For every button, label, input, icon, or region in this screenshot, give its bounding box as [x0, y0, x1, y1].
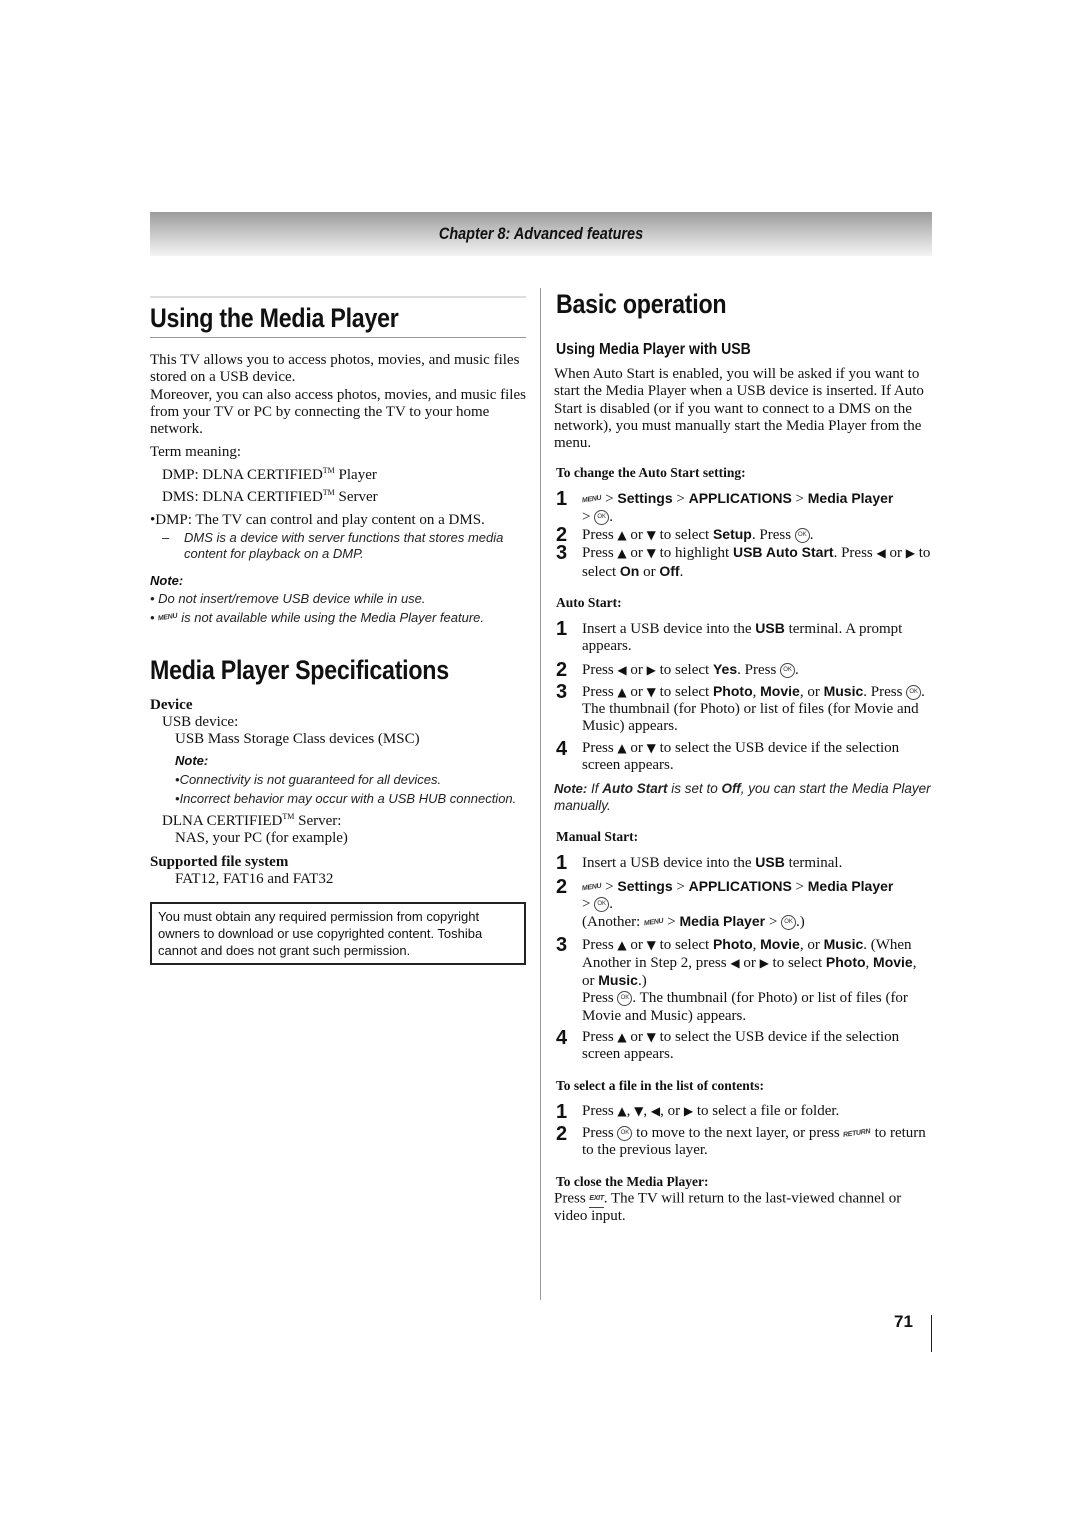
spec-note-item-2: •Incorrect behavior may occur with a USB… — [175, 791, 517, 807]
section-heading-ruled: Using the Media Player — [150, 296, 526, 338]
usb-device-label: USB device: — [162, 713, 239, 730]
close-player-heading: To close the Media Player: — [556, 1173, 709, 1189]
note-label: Note: — [150, 572, 184, 588]
menu-button-icon: MENU — [581, 882, 602, 892]
auto-step-2: 2 Press ◀ or ▶ to select Yes. Press OK. — [556, 658, 799, 681]
auto-step-3: 3 Press ▲ or ▼ to select Photo, Movie, or… — [556, 680, 925, 735]
term-dms: DMS: DLNA CERTIFIEDTM Server — [162, 488, 378, 506]
file-system-value: FAT12, FAT16 and FAT32 — [175, 871, 334, 888]
nas-value: NAS, your PC (for example) — [175, 829, 348, 846]
menu-button-icon: MENU — [643, 917, 664, 928]
ok-button-icon: OK — [594, 509, 610, 525]
usb-msc-value: USB Mass Storage Class devices (MSC) — [175, 731, 420, 748]
usb-intro-paragraph: When Auto Start is enabled, you will be … — [554, 366, 924, 452]
bullet-dmp: •DMP: The TV can control and play conten… — [150, 512, 485, 529]
menu-button-icon: MENU — [157, 613, 178, 623]
auto-step-1: 1 Insert a USB device into the USB termin… — [556, 617, 903, 655]
dlna-server-label: DLNA CERTIFIEDTM Server: — [162, 811, 342, 829]
return-button-icon: RETURN — [843, 1128, 872, 1139]
device-heading: Device — [150, 696, 193, 713]
intro-paragraph-2: Moreover, you can also access photos, mo… — [150, 386, 526, 438]
manual-step-2: 2 MENU > Settings > APPLICATIONS > Media … — [556, 877, 932, 932]
term-meaning-label: Term meaning: — [150, 444, 242, 461]
spec-note-label: Note: — [175, 752, 209, 768]
change-step-2: 2 Press ▲ or ▼ to select Setup. Press OK. — [556, 524, 814, 547]
right-column: Basic operation Using Media Player with … — [554, 288, 932, 1225]
copyright-notice-box: You must obtain any required permission … — [150, 902, 526, 966]
term-dmp: DMP: DLNA CERTIFIEDTM Player — [162, 465, 377, 483]
ok-button-icon: OK — [617, 991, 633, 1007]
manual-step-4: 4 Press ▲ or ▼ to select the USB device i… — [556, 1027, 900, 1063]
select-step-2: 2 Press OK to move to the next layer, or … — [556, 1122, 926, 1159]
close-player-text: Press EXIT. The TV will return to the la… — [554, 1190, 902, 1224]
auto-start-heading: Auto Start: — [556, 594, 622, 610]
menu-button-icon: MENU — [581, 495, 602, 505]
auto-step-4: 4 Press ▲ or ▼ to select the USB device i… — [556, 737, 900, 774]
ok-button-icon: OK — [794, 528, 810, 544]
specifications-title: Media Player Specifications — [150, 654, 449, 685]
change-auto-start-heading: To change the Auto Start setting: — [556, 465, 746, 481]
chapter-header-bar: Chapter 8: Advanced features — [150, 212, 932, 256]
ok-button-icon: OK — [780, 662, 796, 678]
manual-step-3: 3 Press ▲ or ▼ to select Photo, Movie, or… — [556, 933, 917, 1024]
manual-step-1: 1 Insert a USB device into the USB termin… — [556, 852, 843, 875]
change-step-1: 1 MENU > Settings > APPLICATIONS > Media… — [556, 488, 894, 525]
dash-dms-note: – DMS is a device with server functions t… — [162, 529, 504, 562]
note-item-2: • MENU is not available while using the … — [150, 610, 526, 627]
ok-button-icon: OK — [617, 1126, 633, 1142]
chapter-title: Chapter 8: Advanced features — [438, 224, 644, 243]
note-item-1: • Do not insert/remove USB device while … — [150, 590, 426, 606]
left-column: Using the Media Player This TV allows yo… — [150, 296, 526, 966]
select-step-1: 1 Press ▲, ▼, ◀, or ▶ to select a file or… — [556, 1100, 840, 1123]
usb-subsection-title: Using Media Player with USB — [556, 341, 751, 358]
exit-button-icon: EXIT — [589, 1190, 604, 1208]
change-step-3: 3 Press ▲ or ▼ to highlight USB Auto Star… — [556, 542, 931, 580]
ok-button-icon: OK — [594, 897, 610, 912]
page-title: Using the Media Player — [150, 303, 399, 333]
intro-paragraph-1: This TV allows you to access photos, mov… — [150, 352, 520, 386]
manual-start-heading: Manual Start: — [556, 829, 639, 845]
column-divider — [540, 288, 541, 1300]
ok-button-icon: OK — [781, 915, 797, 931]
ok-button-icon: OK — [906, 684, 922, 700]
page-number-rule — [931, 1315, 932, 1352]
auto-start-note: Note: If Auto Start is set to Off, you c… — [554, 781, 931, 813]
select-file-heading: To select a file in the list of contents… — [556, 1077, 764, 1093]
basic-operation-title: Basic operation — [556, 289, 727, 319]
spec-note-item-1: •Connectivity is not guaranteed for all … — [175, 771, 442, 787]
page-number: 71 — [894, 1312, 913, 1331]
file-system-heading: Supported file system — [150, 854, 289, 871]
